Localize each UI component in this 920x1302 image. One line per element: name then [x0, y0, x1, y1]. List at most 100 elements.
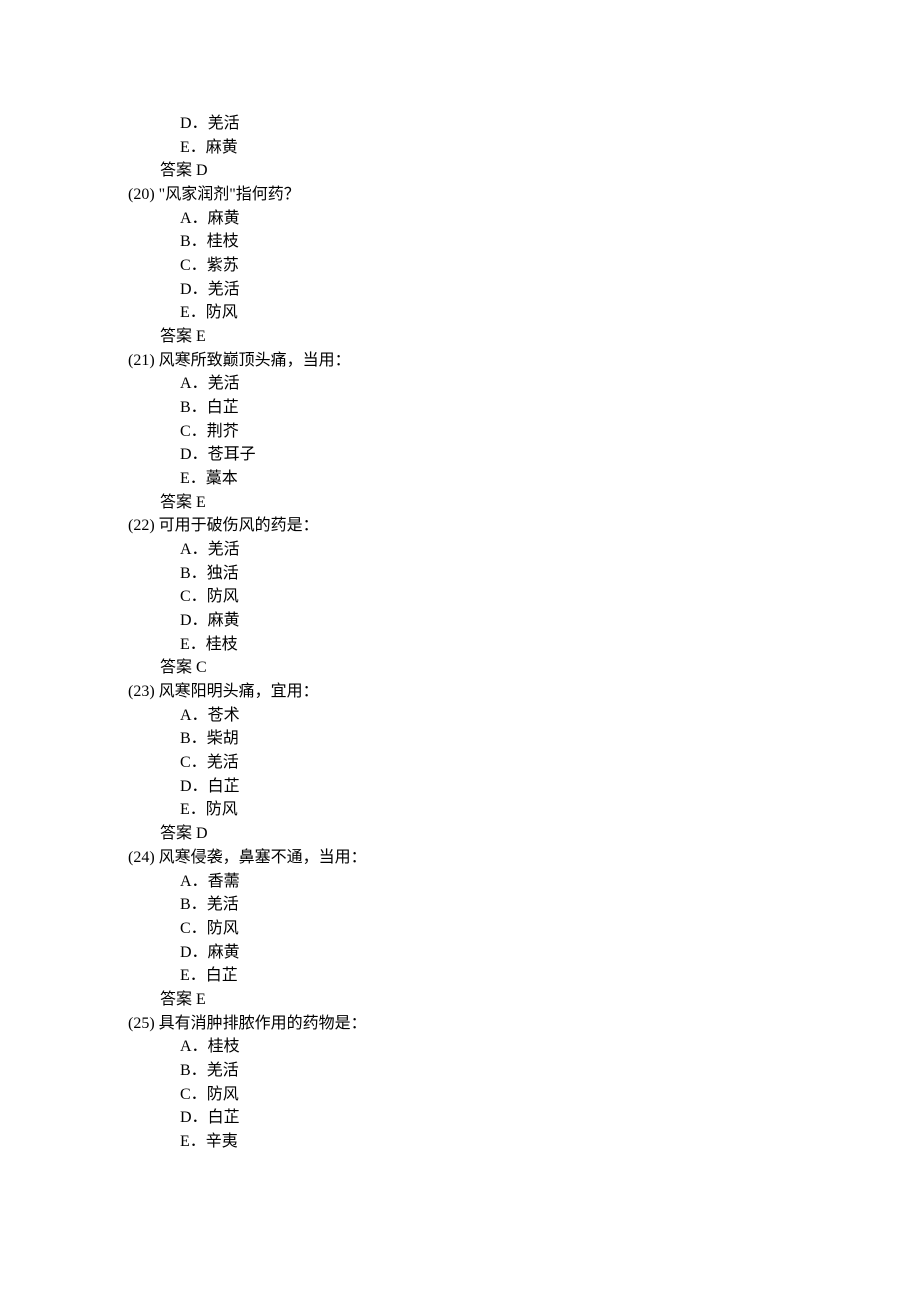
answer-value: C: [192, 659, 207, 676]
option-row: A．羌活: [128, 372, 920, 396]
option-letter: B．: [180, 399, 207, 416]
question-row: (23) 风寒阳明头痛，宜用：: [128, 680, 920, 704]
option-row: E．藁本: [128, 467, 920, 491]
answer-row: 答案 E: [128, 325, 920, 349]
option-text: 麻黄: [206, 139, 238, 156]
option-row: E．辛夷: [128, 1130, 920, 1154]
option-text: 羌活: [207, 896, 239, 913]
option-row: A．麻黄: [128, 207, 920, 231]
option-text: 香薷: [208, 873, 240, 890]
question-row: (24) 风寒侵袭，鼻塞不通，当用：: [128, 846, 920, 870]
answer-row: 答案 E: [128, 491, 920, 515]
option-letter: B．: [180, 1062, 207, 1079]
option-letter: E．: [180, 636, 206, 653]
option-text: 羌活: [208, 281, 240, 298]
option-text: 羌活: [208, 541, 240, 558]
option-row: B．羌活: [128, 893, 920, 917]
option-letter: E．: [180, 967, 206, 984]
option-row: A．羌活: [128, 538, 920, 562]
option-row: B．羌活: [128, 1059, 920, 1083]
option-row: D．苍耳子: [128, 443, 920, 467]
option-row: D．白芷: [128, 775, 920, 799]
option-row: E．桂枝: [128, 633, 920, 657]
question-text: "风家润剂"指何药？: [159, 186, 300, 203]
option-letter: D．: [180, 446, 208, 463]
option-row: E．麻黄: [128, 136, 920, 160]
option-row: D．麻黄: [128, 609, 920, 633]
option-text: 苍术: [208, 707, 240, 724]
option-row: D．白芷: [128, 1106, 920, 1130]
option-text: 麻黄: [208, 612, 240, 629]
option-letter: C．: [180, 588, 207, 605]
option-row: D．羌活: [128, 112, 920, 136]
question-number: (20): [128, 186, 159, 203]
option-letter: D．: [180, 1109, 208, 1126]
option-text: 紫苏: [207, 257, 239, 274]
option-row: E．防风: [128, 798, 920, 822]
answer-value: E: [192, 991, 206, 1008]
option-row: E．防风: [128, 301, 920, 325]
answer-label: 答案: [160, 659, 192, 676]
question-text: 具有消肿排脓作用的药物是：: [159, 1015, 367, 1032]
option-text: 桂枝: [208, 1038, 240, 1055]
option-row: D．羌活: [128, 278, 920, 302]
option-row: D．麻黄: [128, 941, 920, 965]
option-text: 苍耳子: [208, 446, 256, 463]
option-letter: D．: [180, 612, 208, 629]
option-row: B．白芷: [128, 396, 920, 420]
option-letter: A．: [180, 210, 208, 227]
question-number: (22): [128, 517, 159, 534]
answer-label: 答案: [160, 162, 192, 179]
option-text: 桂枝: [206, 636, 238, 653]
option-letter: C．: [180, 1086, 207, 1103]
option-row: B．柴胡: [128, 727, 920, 751]
option-text: 柴胡: [207, 730, 239, 747]
option-row: C．荆芥: [128, 420, 920, 444]
option-text: 麻黄: [208, 944, 240, 961]
option-letter: A．: [180, 707, 208, 724]
question-number: (23): [128, 683, 159, 700]
option-letter: B．: [180, 730, 207, 747]
option-letter: A．: [180, 1038, 208, 1055]
option-text: 白芷: [206, 967, 238, 984]
option-letter: A．: [180, 541, 208, 558]
question-text: 可用于破伤风的药是：: [159, 517, 319, 534]
question-number: (21): [128, 352, 159, 369]
answer-label: 答案: [160, 328, 192, 345]
option-text: 防风: [207, 1086, 239, 1103]
option-letter: A．: [180, 375, 208, 392]
option-letter: E．: [180, 470, 206, 487]
option-text: 麻黄: [208, 210, 240, 227]
option-letter: E．: [180, 304, 206, 321]
answer-row: 答案 E: [128, 988, 920, 1012]
option-row: C．防风: [128, 917, 920, 941]
option-letter: A．: [180, 873, 208, 890]
option-letter: E．: [180, 139, 206, 156]
option-text: 防风: [206, 801, 238, 818]
option-letter: C．: [180, 754, 207, 771]
option-text: 羌活: [207, 1062, 239, 1079]
document-page: D．羌活E．麻黄答案 D(20) "风家润剂"指何药？A．麻黄B．桂枝C．紫苏D…: [0, 0, 920, 1154]
option-letter: B．: [180, 896, 207, 913]
option-text: 白芷: [208, 778, 240, 795]
option-letter: C．: [180, 920, 207, 937]
option-letter: B．: [180, 233, 207, 250]
answer-label: 答案: [160, 991, 192, 1008]
option-row: A．苍术: [128, 704, 920, 728]
option-letter: D．: [180, 944, 208, 961]
option-letter: D．: [180, 115, 208, 132]
option-row: E．白芷: [128, 964, 920, 988]
option-text: 羌活: [208, 115, 240, 132]
option-row: B．桂枝: [128, 230, 920, 254]
question-number: (24): [128, 849, 159, 866]
question-number: (25): [128, 1015, 159, 1032]
option-text: 羌活: [207, 754, 239, 771]
answer-value: D: [192, 825, 208, 842]
option-text: 荆芥: [207, 423, 239, 440]
option-letter: C．: [180, 257, 207, 274]
option-text: 羌活: [208, 375, 240, 392]
answer-row: 答案 D: [128, 822, 920, 846]
option-row: C．防风: [128, 1083, 920, 1107]
option-text: 白芷: [207, 399, 239, 416]
answer-value: E: [192, 494, 206, 511]
